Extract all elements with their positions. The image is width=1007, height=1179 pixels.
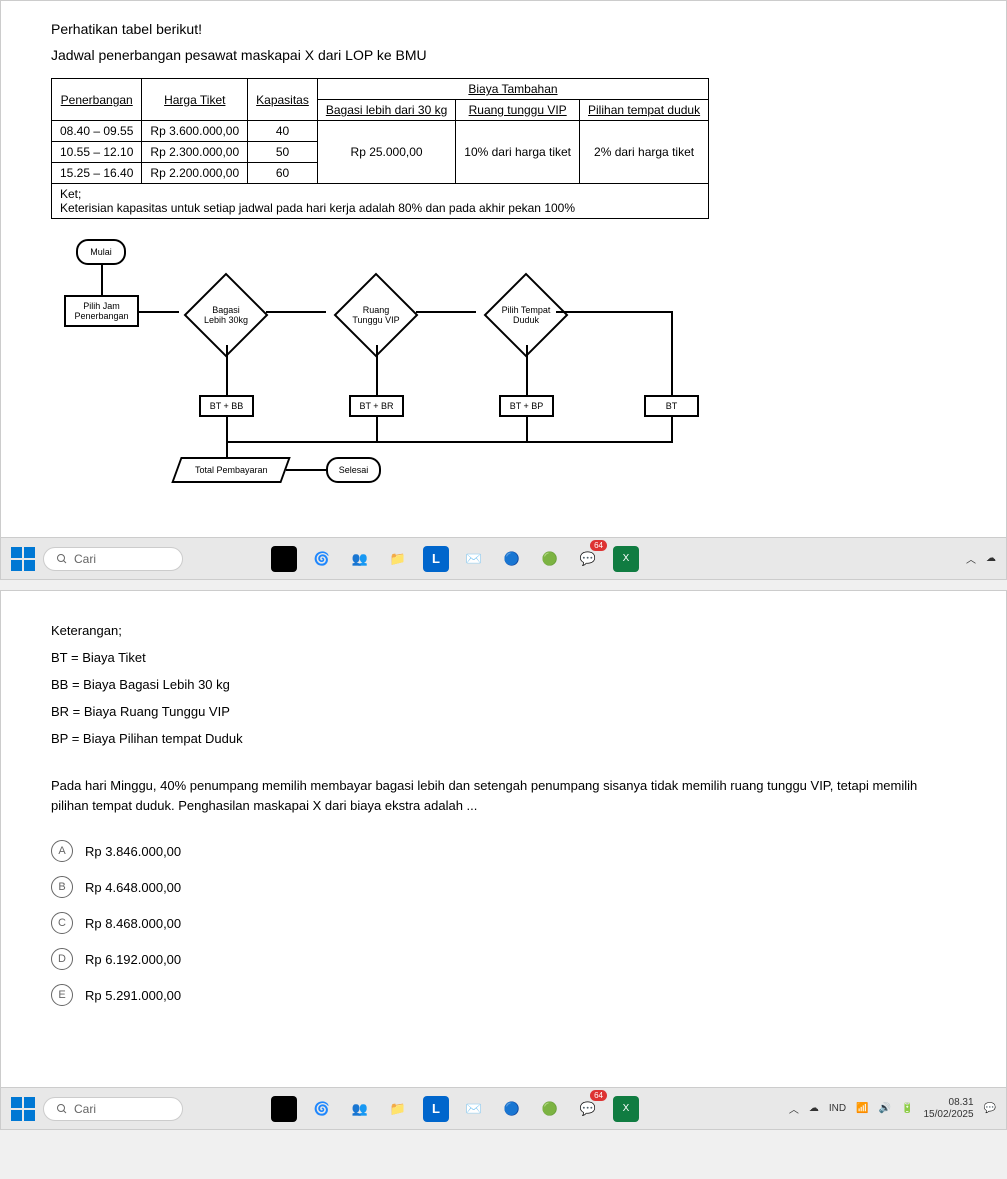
fc-bt-br: BT + BR <box>349 395 404 417</box>
legend-bp: BP = Biaya Pilihan tempat Duduk <box>51 731 956 746</box>
th-bagasi: Bagasi lebih dari 30 kg <box>317 100 455 121</box>
search-icon <box>56 553 68 565</box>
tray-language[interactable]: IND <box>829 1103 846 1114</box>
question-text: Pada hari Minggu, 40% penumpang memilih … <box>51 776 956 815</box>
fc-mulai: Mulai <box>76 239 126 265</box>
top-screen: Perhatikan tabel berikut! Jadwal penerba… <box>0 0 1007 580</box>
task-icon-mail[interactable]: ✉️ <box>461 546 487 572</box>
option-c[interactable]: C Rp 8.468.000,00 <box>51 912 956 934</box>
legend-bt: BT = Biaya Tiket <box>51 650 956 665</box>
th-harga: Harga Tiket <box>142 79 248 121</box>
legend-section: Keterangan; BT = Biaya Tiket BB = Biaya … <box>51 623 956 746</box>
option-circle-a: A <box>51 840 73 862</box>
system-tray: ︿ ☁ IND 📶 🔊 🔋 08.31 15/02/2025 💬 <box>789 1097 996 1121</box>
tray-wifi-icon[interactable]: 📶 <box>856 1103 868 1114</box>
th-ruang: Ruang tunggu VIP <box>456 100 580 121</box>
legend-bb: BB = Biaya Bagasi Lebih 30 kg <box>51 677 956 692</box>
option-a[interactable]: A Rp 3.846.000,00 <box>51 840 956 862</box>
task-icon-l[interactable]: L <box>423 546 449 572</box>
taskbar-bottom: Cari 🌀 👥 📁 L ✉️ 🔵 🟢 💬 X ︿ ☁ IND 📶 🔊 🔋 08… <box>1 1087 1006 1129</box>
search-box[interactable]: Cari <box>43 1097 183 1121</box>
task-icon-l[interactable]: L <box>423 1096 449 1122</box>
option-b[interactable]: B Rp 4.648.000,00 <box>51 876 956 898</box>
ket-label: Ket; <box>60 187 81 201</box>
cell-tempat: 2% dari harga tiket <box>580 121 709 184</box>
cell-price-2: Rp 2.200.000,00 <box>142 163 248 184</box>
bottom-screen: Keterangan; BT = Biaya Tiket BB = Biaya … <box>0 590 1007 1130</box>
taskbar-top: Cari 🌀 👥 📁 L ✉️ 🔵 🟢 💬 X ︿ ☁ <box>1 537 1006 579</box>
subtitle: Jadwal penerbangan pesawat maskapai X da… <box>51 47 956 63</box>
fc-total: Total Pembayaran <box>171 457 290 483</box>
legend-br: BR = Biaya Ruang Tunggu VIP <box>51 704 956 719</box>
th-kapasitas: Kapasitas <box>248 79 318 121</box>
tray-battery-icon[interactable]: 🔋 <box>901 1103 913 1114</box>
cell-price-1: Rp 2.300.000,00 <box>142 142 248 163</box>
task-icon-copilot[interactable]: 🌀 <box>309 546 335 572</box>
tray-datetime[interactable]: 08.31 15/02/2025 <box>923 1097 973 1121</box>
fc-selesai: Selesai <box>326 457 381 483</box>
cell-time-1: 10.55 – 12.10 <box>52 142 142 163</box>
tray-volume-icon[interactable]: 🔊 <box>879 1103 891 1114</box>
cell-bagasi: Rp 25.000,00 <box>317 121 455 184</box>
search-icon <box>56 1103 68 1115</box>
flowchart: Mulai Pilih Jam Penerbangan Bagasi Lebih… <box>61 239 761 519</box>
tray-cloud-icon[interactable]: ☁ <box>809 1103 819 1114</box>
task-icon-copilot[interactable]: 🌀 <box>309 1096 335 1122</box>
task-icon-whatsapp[interactable]: 💬 <box>575 1096 601 1122</box>
option-e[interactable]: E Rp 5.291.000,00 <box>51 984 956 1006</box>
cell-time-2: 15.25 – 16.40 <box>52 163 142 184</box>
start-icon[interactable] <box>11 547 35 571</box>
legend-title: Keterangan; <box>51 623 956 638</box>
task-icon-chrome[interactable]: 🟢 <box>537 1096 563 1122</box>
option-d[interactable]: D Rp 6.192.000,00 <box>51 948 956 970</box>
tray-chevron-up-icon[interactable]: ︿ <box>789 1101 799 1116</box>
task-icon-chrome[interactable]: 🟢 <box>537 546 563 572</box>
task-icon-excel[interactable]: X <box>613 546 639 572</box>
fc-bt-bp: BT + BP <box>499 395 554 417</box>
option-circle-b: B <box>51 876 73 898</box>
task-icon-mail[interactable]: ✉️ <box>461 1096 487 1122</box>
task-icon-teams[interactable]: 👥 <box>347 1096 373 1122</box>
task-icon-explorer[interactable]: 📁 <box>385 546 411 572</box>
start-icon[interactable] <box>11 1097 35 1121</box>
schedule-table: Penerbangan Harga Tiket Kapasitas Biaya … <box>51 78 709 219</box>
tray-notifications-icon[interactable]: 💬 <box>984 1103 996 1114</box>
task-icon-edge[interactable]: 🔵 <box>499 1096 525 1122</box>
cell-cap-1: 50 <box>248 142 318 163</box>
option-circle-e: E <box>51 984 73 1006</box>
task-icon-edge[interactable]: 🔵 <box>499 546 525 572</box>
task-icon-excel[interactable]: X <box>613 1096 639 1122</box>
cell-ruang: 10% dari harga tiket <box>456 121 580 184</box>
fc-bt-bb: BT + BB <box>199 395 254 417</box>
cell-cap-2: 60 <box>248 163 318 184</box>
task-icon-teams[interactable]: 👥 <box>347 546 373 572</box>
option-circle-d: D <box>51 948 73 970</box>
th-biaya: Biaya Tambahan <box>317 79 708 100</box>
fc-pilih-jam: Pilih Jam Penerbangan <box>64 295 139 327</box>
tray-chevron-up-icon[interactable]: ︿ <box>966 551 976 566</box>
ket-text: Keterisian kapasitas untuk setiap jadwal… <box>60 201 575 215</box>
intro-text: Perhatikan tabel berikut! <box>51 21 956 37</box>
fc-bt: BT <box>644 395 699 417</box>
task-icon-whatsapp[interactable]: 💬 <box>575 546 601 572</box>
search-box[interactable]: Cari <box>43 547 183 571</box>
task-icon-widgets[interactable] <box>271 546 297 572</box>
th-tempat: Pilihan tempat duduk <box>580 100 709 121</box>
th-penerbangan: Penerbangan <box>52 79 142 121</box>
task-icon-explorer[interactable]: 📁 <box>385 1096 411 1122</box>
tray-cloud-icon[interactable]: ☁ <box>986 553 996 564</box>
task-icon-widgets[interactable] <box>271 1096 297 1122</box>
cell-time-0: 08.40 – 09.55 <box>52 121 142 142</box>
cell-cap-0: 40 <box>248 121 318 142</box>
option-circle-c: C <box>51 912 73 934</box>
cell-price-0: Rp 3.600.000,00 <box>142 121 248 142</box>
